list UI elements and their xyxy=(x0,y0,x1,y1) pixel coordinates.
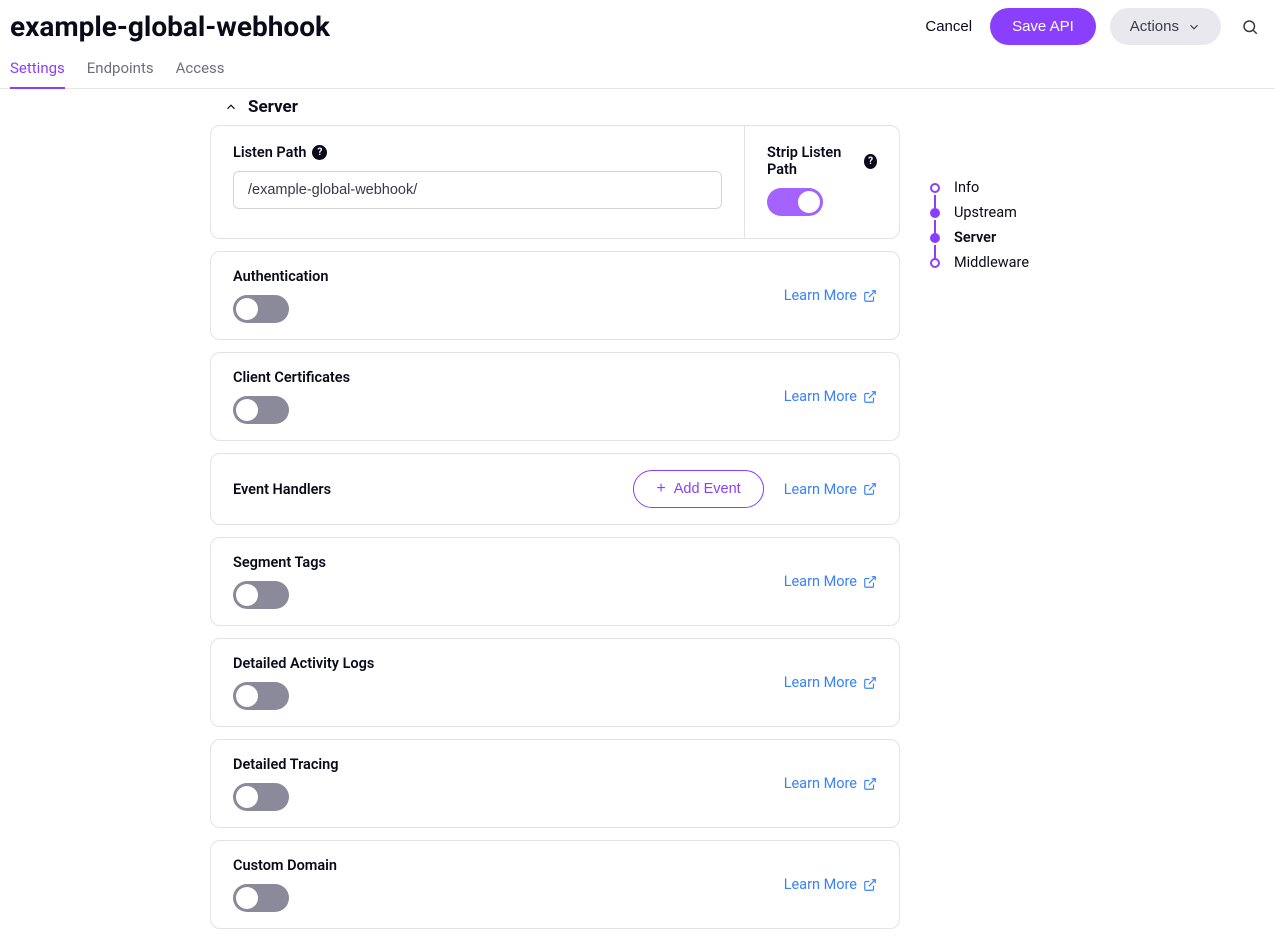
toggle-knob xyxy=(798,191,820,213)
search-icon xyxy=(1241,18,1259,36)
authentication-learn-more-link[interactable]: Learn More xyxy=(784,287,877,304)
nav-dot xyxy=(930,258,940,268)
authentication-toggle[interactable] xyxy=(233,295,289,323)
external-link-icon xyxy=(863,676,877,690)
activity-logs-card: Detailed Activity Logs Learn More xyxy=(210,638,900,727)
tab-settings[interactable]: Settings xyxy=(10,59,65,89)
event-handlers-card: Event Handlers + Add Event Learn More xyxy=(210,453,900,525)
custom-domain-label: Custom Domain xyxy=(233,857,337,874)
segment-tags-learn-more-link[interactable]: Learn More xyxy=(784,573,877,590)
header-actions: Cancel Save API Actions xyxy=(921,8,1265,45)
learn-more-label: Learn More xyxy=(784,388,857,405)
learn-more-label: Learn More xyxy=(784,573,857,590)
nav-item-middleware[interactable]: Middleware xyxy=(928,250,1029,275)
nav-label-server: Server xyxy=(954,229,996,246)
toggle-knob xyxy=(236,399,258,421)
learn-more-label: Learn More xyxy=(784,481,857,498)
nav-item-upstream[interactable]: Upstream xyxy=(928,200,1029,225)
search-button[interactable] xyxy=(1235,12,1265,42)
toggle-knob xyxy=(236,887,258,909)
actions-label: Actions xyxy=(1130,18,1179,35)
client-certificates-learn-more-link[interactable]: Learn More xyxy=(784,388,877,405)
custom-domain-toggle[interactable] xyxy=(233,884,289,912)
cancel-button[interactable]: Cancel xyxy=(921,10,976,43)
toggle-knob xyxy=(236,298,258,320)
learn-more-label: Learn More xyxy=(784,674,857,691)
external-link-icon xyxy=(863,482,877,496)
toggle-knob xyxy=(236,786,258,808)
client-certificates-label: Client Certificates xyxy=(233,369,350,386)
authentication-card: Authentication Learn More xyxy=(210,251,900,340)
activity-logs-label: Detailed Activity Logs xyxy=(233,655,374,672)
nav-item-server[interactable]: Server xyxy=(928,225,1029,250)
toggle-knob xyxy=(236,584,258,606)
segment-tags-toggle[interactable] xyxy=(233,581,289,609)
external-link-icon xyxy=(863,575,877,589)
toggle-knob xyxy=(236,685,258,707)
event-handlers-learn-more-link[interactable]: Learn More xyxy=(784,481,877,498)
external-link-icon xyxy=(863,289,877,303)
nav-dot xyxy=(930,233,940,243)
plus-icon: + xyxy=(656,481,665,497)
nav-label-info: Info xyxy=(954,179,979,196)
nav-dot xyxy=(930,183,940,193)
learn-more-label: Learn More xyxy=(784,876,857,893)
event-handlers-label: Event Handlers xyxy=(233,481,331,498)
tabs: Settings Endpoints Access xyxy=(0,45,1275,89)
external-link-icon xyxy=(863,777,877,791)
listen-path-label: Listen Path xyxy=(233,144,306,161)
client-certificates-card: Client Certificates Learn More xyxy=(210,352,900,441)
tab-access[interactable]: Access xyxy=(176,59,225,89)
listen-path-input[interactable] xyxy=(233,171,722,209)
server-section-header[interactable]: Server xyxy=(210,89,900,125)
tracing-toggle[interactable] xyxy=(233,783,289,811)
learn-more-label: Learn More xyxy=(784,775,857,792)
question-icon[interactable]: ? xyxy=(864,154,877,169)
add-event-label: Add Event xyxy=(674,481,741,497)
nav-dot xyxy=(930,208,940,218)
nav-item-info[interactable]: Info xyxy=(928,175,1029,200)
segment-tags-card: Segment Tags Learn More xyxy=(210,537,900,626)
authentication-label: Authentication xyxy=(233,268,329,285)
strip-listen-path-label: Strip Listen Path xyxy=(767,144,858,178)
add-event-button[interactable]: + Add Event xyxy=(633,470,763,508)
save-api-button[interactable]: Save API xyxy=(990,8,1096,45)
page-title: example-global-webhook xyxy=(10,10,330,43)
tab-endpoints[interactable]: Endpoints xyxy=(87,59,154,89)
tracing-learn-more-link[interactable]: Learn More xyxy=(784,775,877,792)
page-header: example-global-webhook Cancel Save API A… xyxy=(0,0,1275,45)
tracing-label: Detailed Tracing xyxy=(233,756,339,773)
external-link-icon xyxy=(863,390,877,404)
chevron-up-icon xyxy=(224,100,238,114)
activity-logs-learn-more-link[interactable]: Learn More xyxy=(784,674,877,691)
nav-label-middleware: Middleware xyxy=(954,254,1029,271)
custom-domain-learn-more-link[interactable]: Learn More xyxy=(784,876,877,893)
question-icon[interactable]: ? xyxy=(312,145,327,160)
tracing-card: Detailed Tracing Learn More xyxy=(210,739,900,828)
chevron-down-icon xyxy=(1187,20,1201,34)
section-nav: Info Upstream Server Middleware xyxy=(928,89,1029,941)
client-certificates-toggle[interactable] xyxy=(233,396,289,424)
activity-logs-toggle[interactable] xyxy=(233,682,289,710)
server-card: Listen Path ? Strip Listen Path ? xyxy=(210,125,900,239)
external-link-icon xyxy=(863,878,877,892)
actions-dropdown[interactable]: Actions xyxy=(1110,8,1221,45)
segment-tags-label: Segment Tags xyxy=(233,554,326,571)
learn-more-label: Learn More xyxy=(784,287,857,304)
nav-label-upstream: Upstream xyxy=(954,204,1017,221)
custom-domain-card: Custom Domain Learn More xyxy=(210,840,900,929)
strip-listen-path-toggle[interactable] xyxy=(767,188,823,216)
server-section-title: Server xyxy=(248,97,298,117)
